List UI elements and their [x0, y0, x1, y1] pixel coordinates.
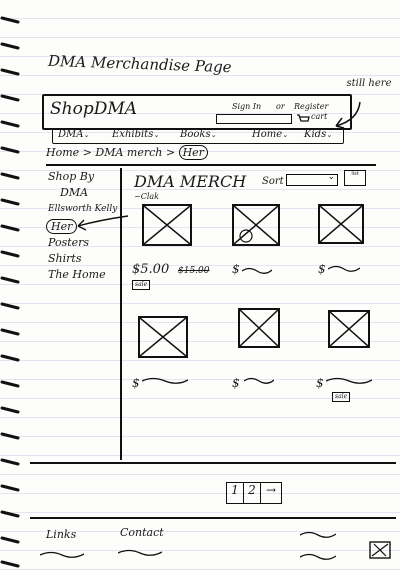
image-placeholder-icon: [240, 310, 278, 346]
footer-link-placeholder: [300, 530, 336, 538]
next-page-button[interactable]: →: [261, 483, 281, 503]
chevron-down-icon: ⌄: [282, 131, 289, 139]
footer-link-placeholder: [40, 550, 84, 558]
register-link[interactable]: Register: [294, 102, 328, 111]
price-placeholder: [242, 266, 272, 274]
sign-in-link[interactable]: Sign In: [232, 102, 261, 111]
product-image[interactable]: [232, 204, 280, 246]
breadcrumb-separator: >: [165, 146, 176, 159]
chevron-down-icon: ⌄: [153, 131, 160, 139]
sidebar-item-dma[interactable]: DMA: [60, 186, 88, 199]
or-text: or: [276, 102, 285, 111]
site-logo[interactable]: ShopDMA: [50, 99, 137, 119]
breadcrumb: Home > DMA merch > Her: [46, 145, 208, 160]
nav-label: DMA: [58, 129, 84, 140]
nav-item-books[interactable]: Books⌄: [180, 129, 216, 140]
nav-label: Home: [252, 129, 283, 140]
nav-item-kids[interactable]: Kids⌄: [304, 129, 332, 140]
search-input[interactable]: [216, 114, 292, 124]
section-subheading: ~Clak: [134, 192, 159, 201]
chevron-down-icon: ⌄: [326, 131, 333, 139]
note-text: still here: [346, 78, 392, 89]
product-price: $5.00: [132, 262, 170, 277]
footer-link-placeholder: [118, 548, 162, 556]
footer-divider: [30, 517, 396, 519]
selected-arrow-icon: [77, 215, 129, 231]
image-placeholder-icon: [144, 206, 190, 244]
product-image[interactable]: [318, 204, 364, 244]
list-view-button[interactable]: list: [344, 170, 366, 186]
cart-button[interactable]: cart: [296, 112, 340, 124]
sale-badge: sale: [332, 392, 351, 402]
sidebar-item-posters[interactable]: Posters: [48, 236, 89, 249]
image-placeholder-icon: [234, 206, 278, 244]
page-title: DMA Merchandise Page: [47, 51, 232, 77]
image-placeholder-icon: [320, 206, 362, 242]
product-image[interactable]: [142, 204, 192, 246]
page-2-button[interactable]: 2: [244, 483, 261, 503]
sort-dropdown[interactable]: ⌄: [286, 172, 338, 186]
sidebar-item-the-home[interactable]: The Home: [48, 268, 106, 281]
product-price: $: [318, 262, 326, 276]
chevron-down-icon: ⌄: [83, 131, 90, 139]
sort-label: Sort: [262, 176, 284, 187]
cart-icon: [297, 114, 310, 122]
sidebar-divider: [120, 168, 122, 460]
notebook-spiral: [0, 16, 20, 568]
image-placeholder-icon: [140, 318, 186, 356]
social-icon[interactable]: [368, 540, 392, 560]
breadcrumb-current: Her: [178, 145, 208, 160]
content-divider: [30, 462, 396, 464]
chevron-down-icon: ⌄: [210, 131, 217, 139]
sidebar-item-ellsworth-kelly[interactable]: Ellsworth Kelly: [48, 204, 117, 214]
section-heading: DMA MERCH: [134, 172, 247, 191]
breadcrumb-separator: >: [82, 146, 92, 159]
footer-link-placeholder: [300, 552, 336, 560]
breadcrumb-home[interactable]: Home: [46, 146, 79, 159]
nav-label: Exhibits: [112, 129, 154, 140]
sidebar-item-shirts[interactable]: Shirts: [48, 252, 81, 265]
pagination: 1 2 →: [226, 482, 282, 504]
nav-item-home[interactable]: Home⌄: [252, 129, 288, 140]
header-bar: ShopDMA Sign In or Register cart: [42, 94, 352, 130]
product-price: $: [316, 376, 324, 390]
nav-label: Kids: [304, 129, 327, 140]
footer-contact[interactable]: Contact: [120, 526, 164, 539]
product-price: $: [232, 376, 240, 390]
sidebar-title: Shop By: [48, 170, 95, 183]
product-image[interactable]: [328, 310, 370, 348]
image-placeholder-icon: [330, 312, 368, 346]
nav-item-dma[interactable]: DMA⌄: [58, 129, 89, 140]
nav-label: Books: [180, 129, 211, 140]
product-price: $: [132, 376, 140, 390]
header-divider: [46, 164, 376, 166]
page-1-button[interactable]: 1: [227, 483, 244, 503]
list-view-label: list: [351, 171, 359, 177]
cart-label: cart: [311, 112, 328, 121]
product-image[interactable]: [238, 308, 280, 348]
price-placeholder: [244, 376, 274, 384]
nav-item-exhibits[interactable]: Exhibits⌄: [112, 129, 159, 140]
price-placeholder: [326, 376, 372, 384]
chevron-down-icon: ⌄: [327, 172, 335, 182]
footer-links[interactable]: Links: [46, 528, 76, 541]
price-placeholder: [328, 264, 360, 272]
price-placeholder: [142, 376, 188, 384]
product-price: $: [232, 262, 240, 276]
sale-badge: sale: [132, 280, 151, 290]
breadcrumb-section[interactable]: DMA merch: [95, 146, 162, 159]
product-old-price: $15.00: [178, 266, 210, 276]
product-image[interactable]: [138, 316, 188, 358]
